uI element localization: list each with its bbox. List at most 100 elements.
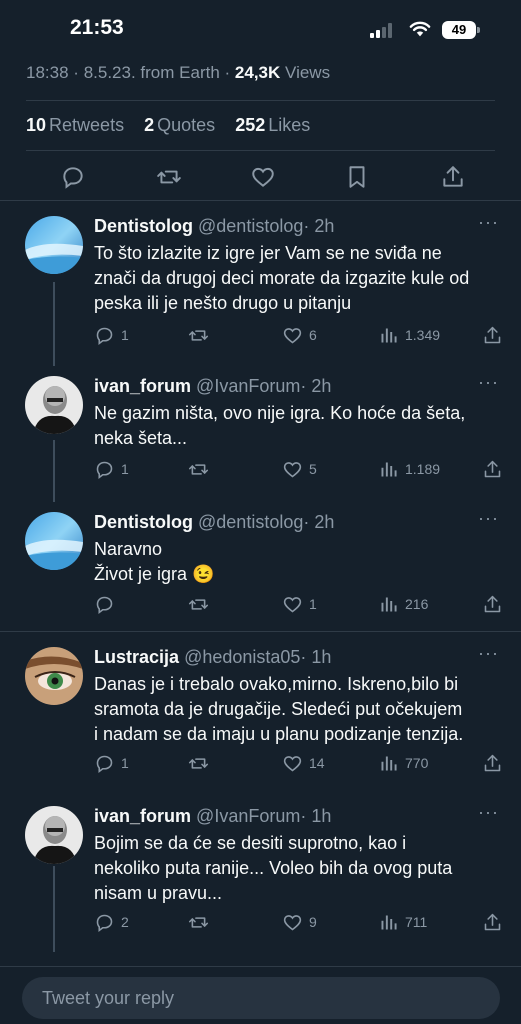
more-options-icon[interactable]: ···: [478, 802, 499, 823]
reply-text: Naravno Život je igra 😉: [94, 537, 504, 587]
reply-actions: 1 14 770: [94, 751, 504, 775]
reply-text-line: Naravno: [94, 539, 163, 559]
retweets-stat[interactable]: 10 Retweets: [26, 115, 124, 135]
avatar[interactable]: [25, 376, 83, 434]
retweet-button[interactable]: [188, 592, 215, 616]
reply-icon: [96, 596, 113, 614]
reply-button[interactable]: 1: [94, 457, 129, 481]
reply-time: · 1h: [300, 647, 332, 667]
reply-input[interactable]: Tweet your reply: [22, 977, 500, 1019]
display-name[interactable]: Dentistolog: [94, 512, 193, 532]
display-name[interactable]: ivan_forum: [94, 806, 191, 826]
divider: [0, 631, 521, 632]
retweets-count: 10: [26, 115, 47, 135]
display-name[interactable]: Lustracija: [94, 647, 179, 667]
reply-count: 1: [121, 327, 129, 343]
display-name[interactable]: ivan_forum: [94, 376, 191, 396]
reply-text-line: sramota da je drugačije. Sledeći put oče…: [94, 699, 463, 719]
views-icon: [381, 597, 397, 611]
like-button[interactable]: 9: [282, 910, 317, 934]
retweets-label: Retweets: [49, 115, 125, 135]
reply-header: Dentistolog @dentistolog· 2h: [94, 512, 334, 533]
reply-button[interactable]: 2: [94, 910, 129, 934]
share-button[interactable]: [482, 323, 503, 347]
share-button[interactable]: [482, 457, 503, 481]
reply-icon: [96, 461, 113, 479]
user-handle[interactable]: @dentistolog: [198, 216, 303, 236]
retweet-button[interactable]: [188, 323, 215, 347]
more-options-icon[interactable]: ···: [478, 508, 499, 529]
reply-button[interactable]: 1: [94, 751, 129, 775]
bookmark-icon[interactable]: [344, 164, 370, 190]
retweet-button[interactable]: [188, 457, 215, 481]
views-button[interactable]: 711: [378, 910, 427, 934]
avatar[interactable]: [25, 806, 83, 864]
more-options-icon[interactable]: ···: [478, 212, 499, 233]
views-label: Views: [285, 63, 331, 82]
views-button[interactable]: 1.349: [378, 323, 440, 347]
retweet-icon[interactable]: [156, 164, 182, 190]
retweet-button[interactable]: [188, 910, 215, 934]
share-icon: [484, 460, 501, 477]
reply-icon: [96, 755, 113, 773]
thread-connector: [53, 282, 55, 366]
like-button[interactable]: 5: [282, 457, 317, 481]
tweet-source: from Earth: [140, 63, 220, 82]
thread-connector: [53, 866, 55, 952]
reply-text-line: Bojim se da će se desiti suprotno, kao i: [94, 833, 407, 853]
reply-text-line: nisam u pravu...: [94, 883, 223, 903]
reply-text-line: peska ili je nešto drugo u pitanju: [94, 293, 352, 313]
like-button[interactable]: 6: [282, 323, 317, 347]
retweet-icon: [188, 329, 209, 341]
like-button[interactable]: 14: [282, 751, 325, 775]
like-count: 14: [309, 755, 325, 771]
views-button[interactable]: 770: [378, 751, 428, 775]
views-count: 216: [405, 596, 429, 612]
avatar[interactable]: [25, 647, 83, 705]
views-icon: [381, 328, 397, 342]
user-handle[interactable]: @IvanForum: [196, 376, 300, 396]
views-button[interactable]: 216: [378, 592, 428, 616]
reply-count: 1: [121, 755, 129, 771]
user-handle[interactable]: @dentistolog: [198, 512, 303, 532]
avatar[interactable]: [25, 512, 83, 570]
like-icon: [283, 461, 302, 477]
quotes-count: 2: [144, 115, 155, 135]
like-icon: [283, 755, 302, 771]
reply-text-line: neka šeta...: [94, 428, 188, 448]
quotes-stat[interactable]: 2 Quotes: [144, 115, 215, 135]
views-icon: [381, 756, 397, 770]
share-button[interactable]: [482, 592, 503, 616]
battery-icon: 49: [442, 21, 476, 39]
share-button[interactable]: [482, 751, 503, 775]
thread-connector: [53, 440, 55, 502]
avatar[interactable]: [25, 216, 83, 274]
like-button[interactable]: 1: [282, 592, 317, 616]
like-icon[interactable]: [250, 164, 276, 190]
retweet-button[interactable]: [188, 751, 215, 775]
display-name[interactable]: Dentistolog: [94, 216, 193, 236]
reply-button[interactable]: 1: [94, 323, 129, 347]
status-bar: 21:53 49: [0, 0, 521, 56]
views-count: 711: [405, 914, 428, 930]
like-icon: [283, 327, 302, 343]
reply-icon[interactable]: [60, 164, 86, 190]
likes-label: Likes: [268, 115, 311, 135]
more-options-icon[interactable]: ···: [478, 372, 499, 393]
likes-count: 252: [235, 115, 266, 135]
likes-stat[interactable]: 252 Likes: [235, 115, 310, 135]
tweet-date: 8.5.23.: [83, 63, 136, 82]
share-button[interactable]: [482, 910, 503, 934]
reply-time: · 2h: [300, 376, 332, 396]
reply-header: ivan_forum @IvanForum· 2h: [94, 376, 331, 397]
reply-text-line: nekoliko puta ranije... Voleo bih da ovo…: [94, 858, 453, 878]
user-handle[interactable]: @hedonista05: [184, 647, 300, 667]
views-button[interactable]: 1.189: [378, 457, 440, 481]
more-options-icon[interactable]: ···: [478, 643, 499, 664]
reply-button[interactable]: [94, 592, 121, 616]
share-icon[interactable]: [440, 164, 466, 190]
views-count: 1.349: [405, 327, 441, 343]
user-handle[interactable]: @IvanForum: [196, 806, 300, 826]
views-count: 24,3K: [234, 63, 281, 82]
cellular-signal-icon: [370, 23, 392, 38]
